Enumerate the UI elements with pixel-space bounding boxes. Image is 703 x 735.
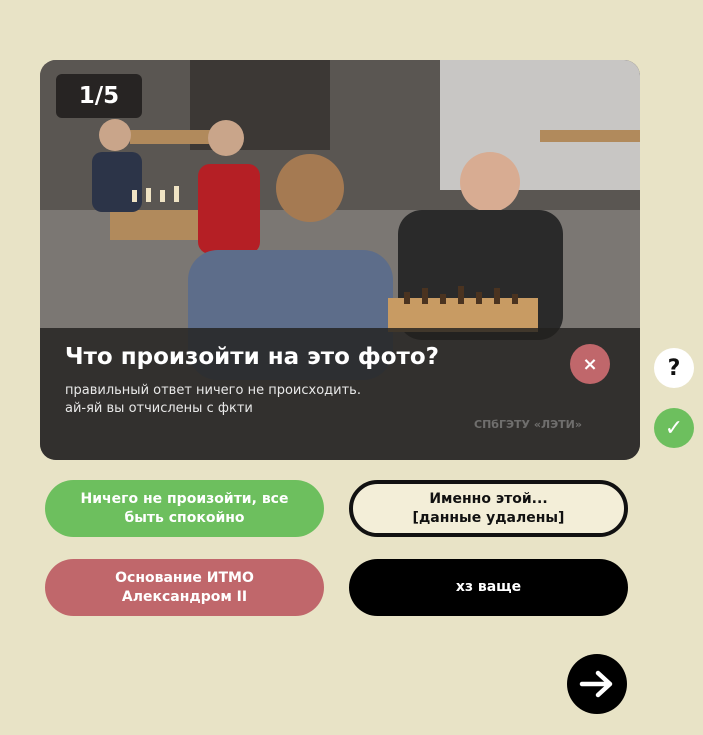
arrow-right-icon (579, 670, 613, 698)
option-3-line-1: Основание ИТМО (115, 569, 254, 586)
help-button[interactable]: ? (654, 348, 694, 388)
close-icon[interactable]: × (570, 344, 610, 384)
option-4-label: хз ваще (455, 579, 522, 595)
option-3-line-2: Александром II (121, 588, 248, 605)
question-counter: 1/5 (56, 74, 142, 118)
option-1-line-2: быть спокойно (124, 509, 245, 526)
option-2-line-2: [данные удалены] (412, 509, 565, 526)
answer-option-2[interactable]: Именно этой... [данные удалены] (349, 480, 628, 537)
answer-line-1: правильный ответ ничего не происходить. (65, 383, 361, 398)
answer-option-3[interactable]: Основание ИТМО Александром II (45, 559, 324, 616)
answer-explanation: правильный ответ ничего не происходить. … (65, 382, 485, 418)
next-button[interactable] (567, 654, 627, 714)
answer-option-1[interactable]: Ничего не произойти, все быть спокойно (45, 480, 324, 537)
question-title: Что произойти на это фото? (65, 344, 440, 370)
check-button[interactable]: ✓ (654, 408, 694, 448)
option-2-line-1: Именно этой... (429, 490, 548, 507)
watermark-logo: СПбГЭТУ «ЛЭТИ» (474, 418, 582, 431)
option-1-line-1: Ничего не произойти, все (80, 490, 289, 507)
answer-line-2: ай-яй вы отчислены с фкти (65, 401, 253, 416)
answer-option-4[interactable]: хз ваще (349, 559, 628, 616)
